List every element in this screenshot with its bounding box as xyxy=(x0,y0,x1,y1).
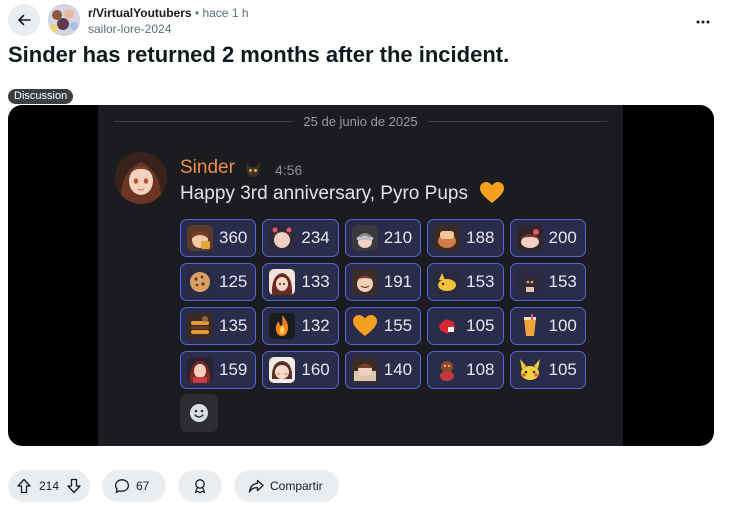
post-actions-bar: 214 67 Compartir xyxy=(8,470,339,502)
message-text: Happy 3rd anniversary, Pyro Pups xyxy=(180,183,468,204)
award-button[interactable] xyxy=(178,470,222,502)
reaction-count: 132 xyxy=(301,316,330,335)
reaction-count: 108 xyxy=(466,360,495,379)
reaction-row: 125 133 191 153 153 xyxy=(180,263,600,301)
sinder-wave-icon xyxy=(187,357,213,383)
reaction-row: 135 132 155 105 100 xyxy=(180,307,600,345)
reaction-button[interactable]: 188 xyxy=(427,219,504,257)
vote-count: 214 xyxy=(38,479,60,493)
orange-heart-icon xyxy=(351,313,378,339)
share-label: Compartir xyxy=(270,479,323,493)
award-icon xyxy=(194,479,206,494)
reaction-count: 188 xyxy=(466,228,495,247)
sinder-sleep-icon xyxy=(351,357,378,383)
discord-message-panel: 25 de junio de 2025 Sinder 4:56 Happy 3r… xyxy=(98,105,623,446)
reaction-button[interactable]: 153 xyxy=(427,263,504,301)
reaction-button[interactable]: 159 xyxy=(180,351,257,389)
reaction-button[interactable]: 234 xyxy=(262,219,339,257)
add-reaction-button[interactable] xyxy=(180,394,218,432)
reaction-count: 200 xyxy=(548,228,577,247)
back-button[interactable] xyxy=(8,4,40,36)
sinder-hearts-icon xyxy=(269,225,296,251)
reaction-count: 153 xyxy=(466,272,495,291)
sinder-helmet-icon xyxy=(351,225,378,251)
cookie-icon xyxy=(187,269,213,295)
subreddit-name[interactable]: r/VirtualYoutubers xyxy=(88,6,192,20)
reaction-count: 153 xyxy=(548,272,577,291)
date-label: 25 de junio de 2025 xyxy=(293,114,428,129)
reactions-grid: 360 234 210 188 200 125 133 191 153 153 135 132 155 1… xyxy=(180,219,600,395)
reaction-button[interactable]: 155 xyxy=(344,307,422,345)
reaction-button[interactable]: 125 xyxy=(180,263,257,301)
fire-icon xyxy=(269,313,296,339)
pikachu-icon xyxy=(516,357,543,383)
reaction-count: 135 xyxy=(219,316,248,335)
reaction-button[interactable]: 108 xyxy=(427,351,504,389)
sinder-avatar xyxy=(115,152,167,204)
reaction-button[interactable]: 160 xyxy=(262,351,339,389)
post-image[interactable]: 25 de junio de 2025 Sinder 4:56 Happy 3r… xyxy=(8,105,714,446)
reaction-count: 160 xyxy=(301,360,330,379)
arrow-left-icon xyxy=(18,14,31,26)
downvote-icon[interactable] xyxy=(66,478,82,494)
pup-sit-icon xyxy=(434,357,461,383)
sinder-peek-icon xyxy=(187,225,213,251)
reaction-button[interactable]: 360 xyxy=(180,219,257,257)
sinder-smile-icon xyxy=(351,269,378,295)
reaction-button[interactable]: 153 xyxy=(509,263,586,301)
yellow-pup-icon xyxy=(434,269,461,295)
reaction-row: 159 160 140 108 105 xyxy=(180,351,600,389)
more-icon xyxy=(696,20,710,24)
share-button[interactable]: Compartir xyxy=(234,470,339,502)
orange-heart-icon xyxy=(479,181,505,210)
reaction-count: 155 xyxy=(383,316,413,335)
sinder-lay-icon xyxy=(516,225,543,251)
author-display-name[interactable]: Sinder xyxy=(180,157,235,179)
pup-burger-icon xyxy=(187,313,213,339)
message-time: 4:56 xyxy=(275,162,303,178)
reaction-count: 360 xyxy=(219,228,248,247)
smiley-icon xyxy=(190,404,208,422)
comments-button[interactable]: 67 xyxy=(102,470,166,502)
reaction-count: 105 xyxy=(548,360,577,379)
reaction-count: 105 xyxy=(466,316,495,335)
reaction-count: 140 xyxy=(383,360,413,379)
upvote-icon[interactable] xyxy=(16,478,32,494)
subreddit-avatar[interactable] xyxy=(48,4,80,36)
author-name[interactable]: sailor-lore-2024 xyxy=(88,22,171,36)
reaction-count: 133 xyxy=(301,272,330,291)
reaction-count: 210 xyxy=(383,228,413,247)
reaction-button[interactable]: 105 xyxy=(427,307,504,345)
comment-count: 67 xyxy=(136,479,150,493)
reaction-button[interactable]: 191 xyxy=(344,263,422,301)
reaction-button[interactable]: 132 xyxy=(262,307,339,345)
reaction-count: 191 xyxy=(383,272,413,291)
reaction-count: 100 xyxy=(548,316,577,335)
reaction-count: 125 xyxy=(219,272,248,291)
hand-pat-icon xyxy=(434,225,461,251)
post-flair[interactable]: Discussion xyxy=(8,89,74,104)
reaction-button[interactable]: 100 xyxy=(509,307,586,345)
reaction-row: 360 234 210 188 200 xyxy=(180,219,600,257)
reaction-button[interactable]: 105 xyxy=(509,351,586,389)
sinder-blush-icon xyxy=(269,357,296,383)
reaction-button[interactable]: 200 xyxy=(509,219,586,257)
reaction-count: 234 xyxy=(301,228,330,247)
post-title: Sinder has returned 2 months after the i… xyxy=(8,42,510,67)
orange-drink-icon xyxy=(516,313,543,339)
more-options-button[interactable] xyxy=(693,12,713,32)
reaction-button[interactable]: 133 xyxy=(262,263,339,301)
comment-icon xyxy=(114,479,130,494)
sinder-cute-icon xyxy=(269,269,296,295)
pup-dance-icon xyxy=(516,269,543,295)
reaction-button[interactable]: 135 xyxy=(180,307,257,345)
reaction-count: 159 xyxy=(219,360,248,379)
vote-control: 214 xyxy=(8,470,90,502)
post-time: • hace 1 h xyxy=(194,6,249,20)
share-icon xyxy=(248,479,264,493)
reaction-button[interactable]: 140 xyxy=(344,351,422,389)
reaction-button[interactable]: 210 xyxy=(344,219,422,257)
devil-badge-icon xyxy=(242,158,264,185)
red-pup-icon xyxy=(434,313,461,339)
